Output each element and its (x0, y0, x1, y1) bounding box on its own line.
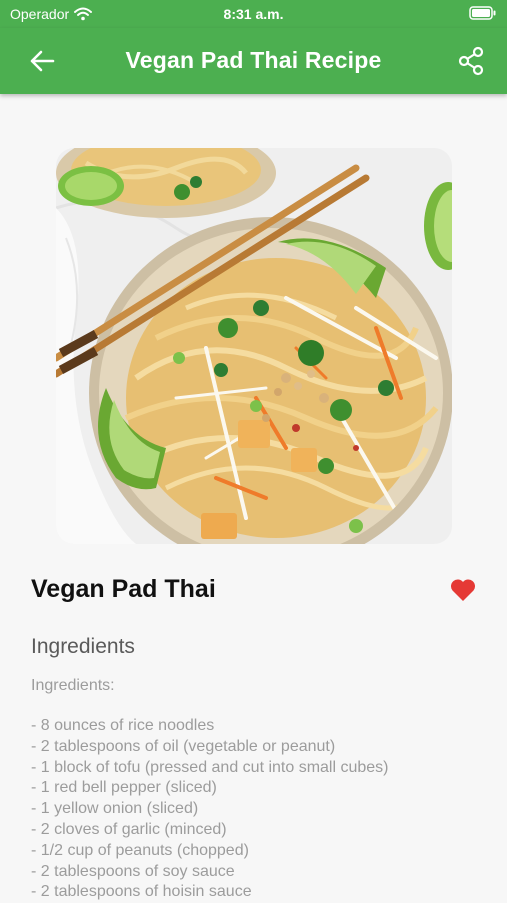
ingredient-item: - 1 red bell pepper (sliced) (31, 779, 217, 797)
app-bar-title: Vegan Pad Thai Recipe (125, 47, 382, 73)
favorite-button[interactable] (446, 574, 480, 606)
ingredient-item: - 2 cloves of garlic (minced) (31, 820, 227, 838)
ingredient-item: - 2 tablespoons of oil (vegetable or pea… (31, 737, 336, 755)
ingredients-label: Ingredients: (31, 677, 115, 694)
back-button[interactable] (22, 41, 62, 81)
status-bar: Operador 8:31 a.m. (0, 0, 507, 28)
ingredient-item: - 1 yellow onion (sliced) (31, 800, 199, 818)
arrow-left-icon (30, 50, 55, 72)
share-icon (458, 46, 484, 76)
ingredient-item: - 1/2 cup of peanuts (chopped) (31, 841, 249, 859)
recipe-title: Vegan Pad Thai (31, 575, 216, 603)
status-time: 8:31 a.m. (223, 6, 284, 22)
battery-icon (469, 6, 497, 23)
recipe-photo (56, 148, 452, 544)
ingredient-item: - 8 ounces of rice noodles (31, 717, 215, 734)
ingredients-heading: Ingredients (31, 635, 135, 658)
ingredient-list: - 8 ounces of rice noodles - 2 tablespoo… (31, 716, 491, 903)
app-bar: Vegan Pad Thai Recipe (0, 28, 507, 94)
share-button[interactable] (451, 41, 491, 81)
heart-icon (450, 579, 476, 601)
ingredient-item: - 1 block of tofu (pressed and cut into … (31, 758, 389, 776)
ingredient-item: - 2 tablespoons of soy sauce (31, 862, 235, 880)
